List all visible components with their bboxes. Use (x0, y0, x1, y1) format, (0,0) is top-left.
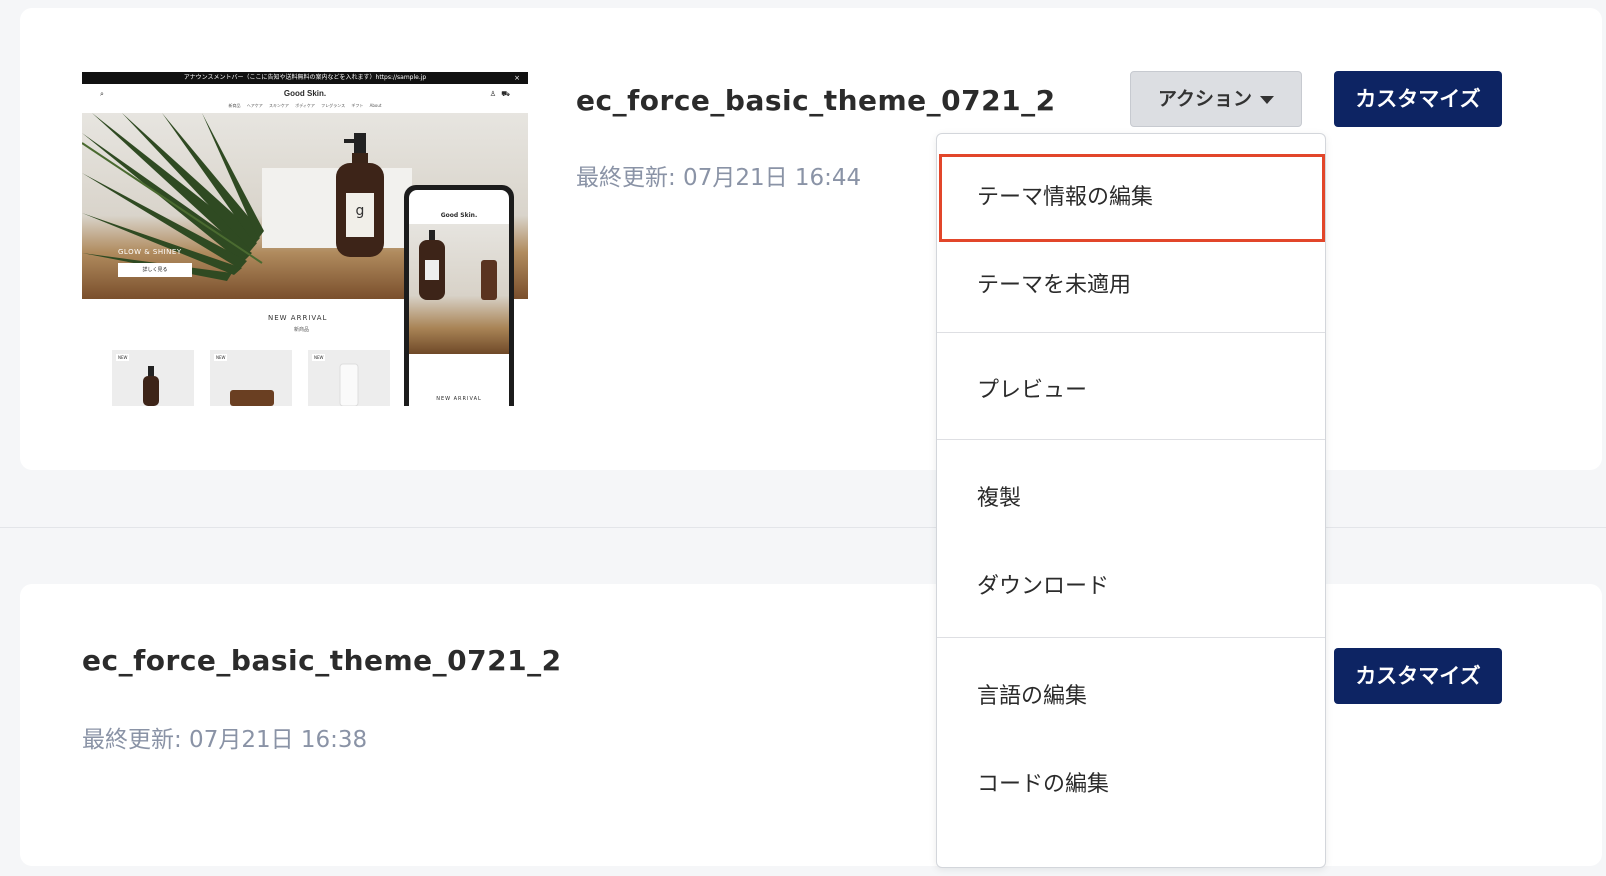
preview-announcement-bar: アナウンスメントバー（ここに告知や送料無料の案内などを入れます）https://… (82, 72, 528, 84)
preview-announcement-text: アナウンスメントバー（ここに告知や送料無料の案内などを入れます）https://… (183, 74, 427, 81)
menu-item-download[interactable]: ダウンロード (937, 543, 1325, 631)
preview-phone-mockup: Good Skin. NEW ARRIVAL (404, 185, 514, 406)
caret-down-icon (1260, 95, 1275, 104)
preview-new-arrival-sub: 新商品 (294, 327, 310, 333)
preview-product-card: NEW (308, 350, 390, 406)
close-icon: × (514, 74, 520, 82)
preview-product-card: NEW (112, 350, 194, 406)
theme-card-current: アナウンスメントバー（ここに告知や送料無料の案内などを入れます）https://… (20, 8, 1602, 470)
preview-phone-screen: Good Skin. NEW ARRIVAL (409, 190, 509, 406)
theme-updated-time: 最終更新: 07月21日 16:44 (576, 165, 862, 191)
theme-name: ec_force_basic_theme_0721_2 (82, 644, 562, 677)
preview-hero-heading: GLOW & SHINEY (118, 248, 182, 256)
cart-icon: ⛟ (501, 90, 510, 98)
phone-bottle-image (419, 230, 497, 300)
customize-button[interactable]: カスタマイズ (1334, 648, 1502, 704)
menu-item-edit-code[interactable]: コードの編集 (937, 741, 1325, 829)
new-tag: NEW (312, 354, 326, 361)
preview-product-card: NEW (210, 350, 292, 406)
new-tag: NEW (214, 354, 228, 361)
theme-updated-time: 最終更新: 07月21日 16:38 (82, 727, 368, 753)
menu-separator (937, 637, 1325, 638)
section-divider (0, 527, 1606, 528)
action-dropdown-menu: テーマ情報の編集 テーマを未適用 プレビュー 複製 ダウンロード 言語の編集 コ… (936, 133, 1326, 868)
bottle-label-letter: g (356, 203, 365, 219)
menu-item-unpublish-theme[interactable]: テーマを未適用 (937, 242, 1325, 330)
theme-name: ec_force_basic_theme_0721_2 (576, 84, 1056, 117)
menu-item-preview[interactable]: プレビュー (937, 347, 1325, 435)
menu-item-edit-language[interactable]: 言語の編集 (937, 653, 1325, 741)
preview-logo: Good Skin. (283, 89, 327, 98)
preview-phone-hero (409, 224, 509, 354)
preview-phone-new-arrival: NEW ARRIVAL (436, 396, 482, 402)
preview-nav: 新商品 ヘアケア スキンケア ボディケア フレグランス ギフト About (228, 103, 382, 108)
menu-item-edit-theme-info[interactable]: テーマ情報の編集 (937, 154, 1325, 242)
action-dropdown-button[interactable]: アクション (1130, 71, 1302, 127)
menu-separator (937, 332, 1325, 333)
preview-header: ⌕ Good Skin. 新商品 ヘアケア スキンケア ボディケア フレグランス… (82, 84, 528, 113)
preview-phone-logo: Good Skin. (440, 212, 478, 219)
bottle-image: g (336, 133, 384, 257)
user-icon: ♙ (489, 90, 496, 98)
customize-button[interactable]: カスタマイズ (1334, 71, 1502, 127)
theme-card-library: ec_force_basic_theme_0721_2 最終更新: 07月21日… (20, 584, 1602, 866)
action-button-label: アクション (1157, 88, 1253, 110)
preview-new-arrival: NEW ARRIVAL (268, 314, 328, 322)
new-tag: NEW (116, 354, 130, 361)
menu-separator (937, 439, 1325, 440)
theme-preview-thumbnail[interactable]: アナウンスメントバー（ここに告知や送料無料の案内などを入れます）https://… (82, 72, 528, 406)
preview-hero-button: 詳しく見る (118, 263, 192, 277)
menu-item-duplicate[interactable]: 複製 (937, 455, 1325, 543)
